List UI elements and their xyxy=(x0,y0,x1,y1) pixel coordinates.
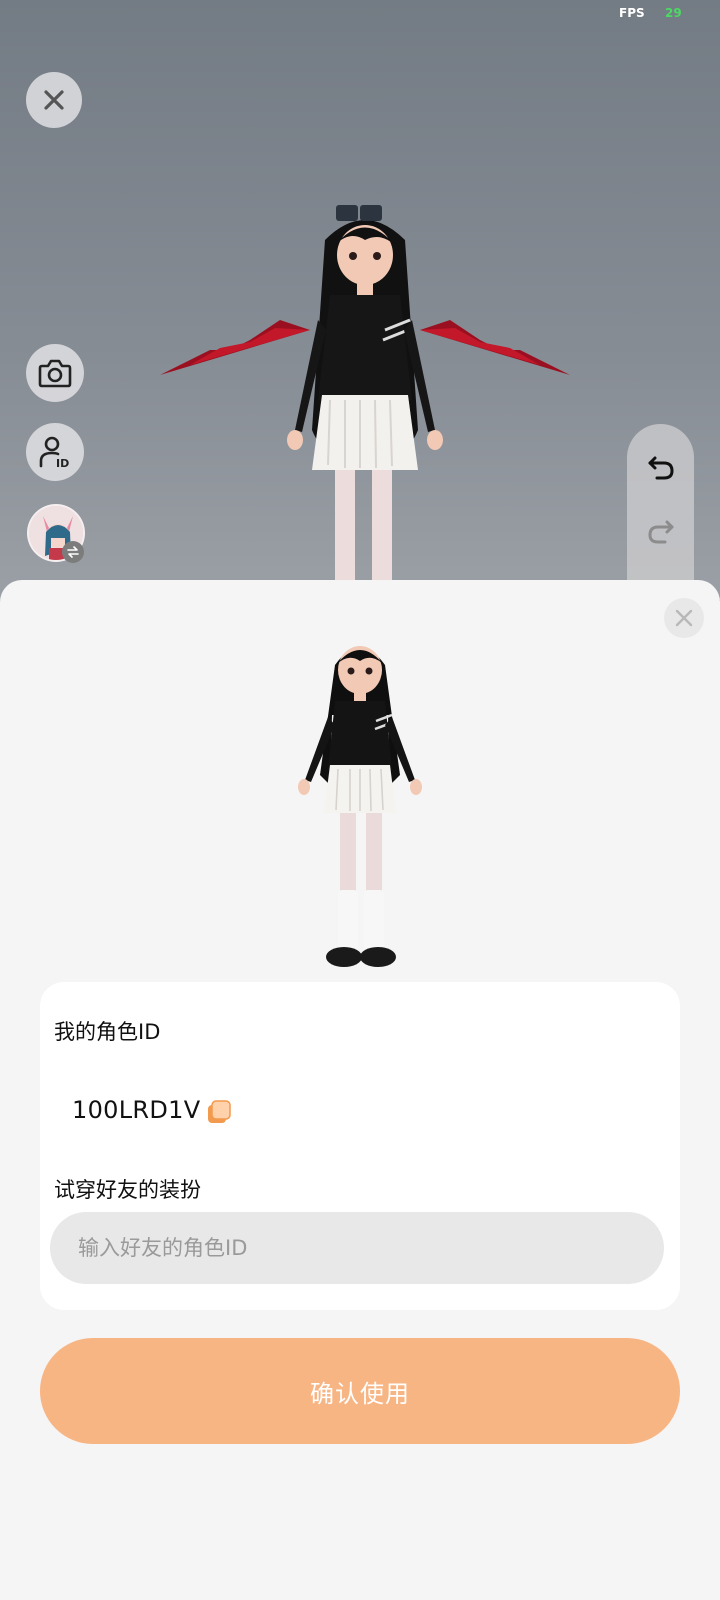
user-id-icon: ID xyxy=(39,436,69,469)
avatar-character-preview xyxy=(298,646,422,967)
swap-icon xyxy=(67,546,79,558)
copy-icon[interactable] xyxy=(206,1099,232,1125)
close-icon xyxy=(675,609,693,627)
avatar-3d-viewport[interactable]: FPS 29 ID xyxy=(0,0,720,600)
avatar-character-large xyxy=(160,205,570,600)
friend-role-id-input-wrap xyxy=(50,1212,664,1284)
friend-role-id-input[interactable] xyxy=(50,1212,664,1284)
close-icon xyxy=(44,90,64,110)
confirm-button[interactable]: 确认使用 xyxy=(40,1338,680,1444)
fps-value: 29 xyxy=(665,6,682,20)
svg-text:ID: ID xyxy=(56,457,69,469)
camera-button[interactable] xyxy=(26,344,84,402)
role-id-button[interactable]: ID xyxy=(26,423,84,481)
undo-redo-panel xyxy=(627,424,694,600)
redo-icon[interactable] xyxy=(647,518,675,546)
close-button[interactable] xyxy=(26,72,82,128)
swap-badge xyxy=(62,541,84,563)
undo-icon[interactable] xyxy=(647,454,675,482)
try-friend-outfit-label: 试穿好友的装扮 xyxy=(54,1178,201,1202)
my-role-id-value: 100LRD1V xyxy=(72,1096,201,1124)
camera-icon xyxy=(38,359,72,388)
fps-label: FPS xyxy=(619,6,645,20)
sheet-close-button[interactable] xyxy=(664,598,704,638)
my-role-id-label: 我的角色ID xyxy=(54,1020,161,1044)
